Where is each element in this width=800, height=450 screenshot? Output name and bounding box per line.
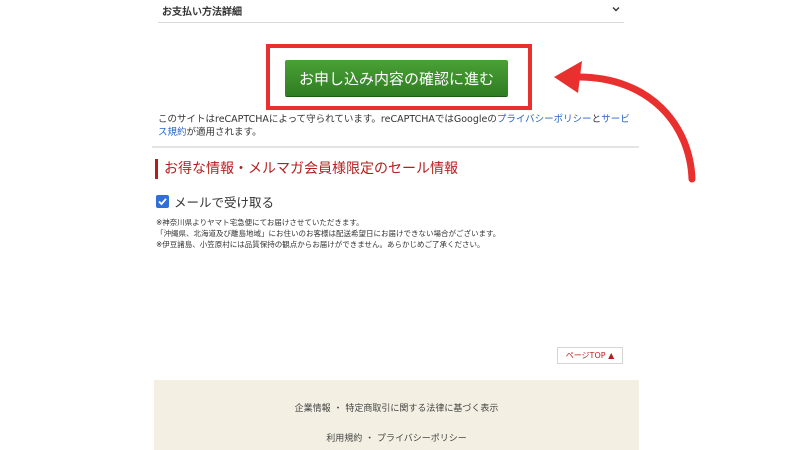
receive-email-checkbox[interactable] [156, 195, 169, 208]
privacy-policy-link[interactable]: プライバシーポリシー [497, 114, 592, 125]
recaptcha-conjunction: と [591, 114, 602, 125]
proceed-to-confirmation-button[interactable]: お申し込み内容の確認に進む [285, 60, 508, 96]
page-top-button[interactable]: ページTOP ▲ [557, 347, 623, 364]
newsletter-section-title: お得な情報・メルマガ会員様限定のセール情報 [155, 159, 458, 179]
payment-method-label: お支払い方法詳細 [162, 7, 242, 18]
recaptcha-prefix: このサイトはreCAPTCHAによって守られています。reCAPTCHAではGo… [158, 114, 497, 125]
recaptcha-suffix: が適用されます。 [186, 127, 262, 138]
payment-method-details-row[interactable]: お支払い方法詳細 [158, 0, 624, 23]
delivery-note: ※神奈川県よりヤマト宅急便にてお届けさせていただきます。 [156, 218, 364, 227]
chevron-down-icon[interactable] [610, 3, 622, 15]
checkmark-icon [158, 198, 167, 206]
receive-email-option[interactable]: メールで受け取る [156, 192, 274, 211]
footer: 企業情報 ・ 特定商取引に関する法律に基づく表示 利用規約 ・ プライバシーポリ… [154, 380, 639, 450]
delivery-note: 「沖縄県、北海道及び離島地域」にお住いのお客様は配送希望日にお届けできない場合が… [156, 229, 501, 238]
section-divider [152, 146, 639, 148]
footer-links-policy[interactable]: 利用規約 ・ プライバシーポリシー [154, 431, 639, 444]
receive-email-label: メールで受け取る [174, 195, 275, 210]
delivery-notes: ※神奈川県よりヤマト宅急便にてお届けさせていただきます。 「沖縄県、北海道及び離… [156, 217, 626, 250]
recaptcha-notice: このサイトはreCAPTCHAによって守られています。reCAPTCHAではGo… [158, 113, 634, 139]
delivery-note: ※伊豆諸島、小笠原村には品質保持の観点からお届けができません。あらかじめご了承く… [156, 240, 485, 249]
footer-links-company[interactable]: 企業情報 ・ 特定商取引に関する法律に基づく表示 [154, 401, 639, 414]
